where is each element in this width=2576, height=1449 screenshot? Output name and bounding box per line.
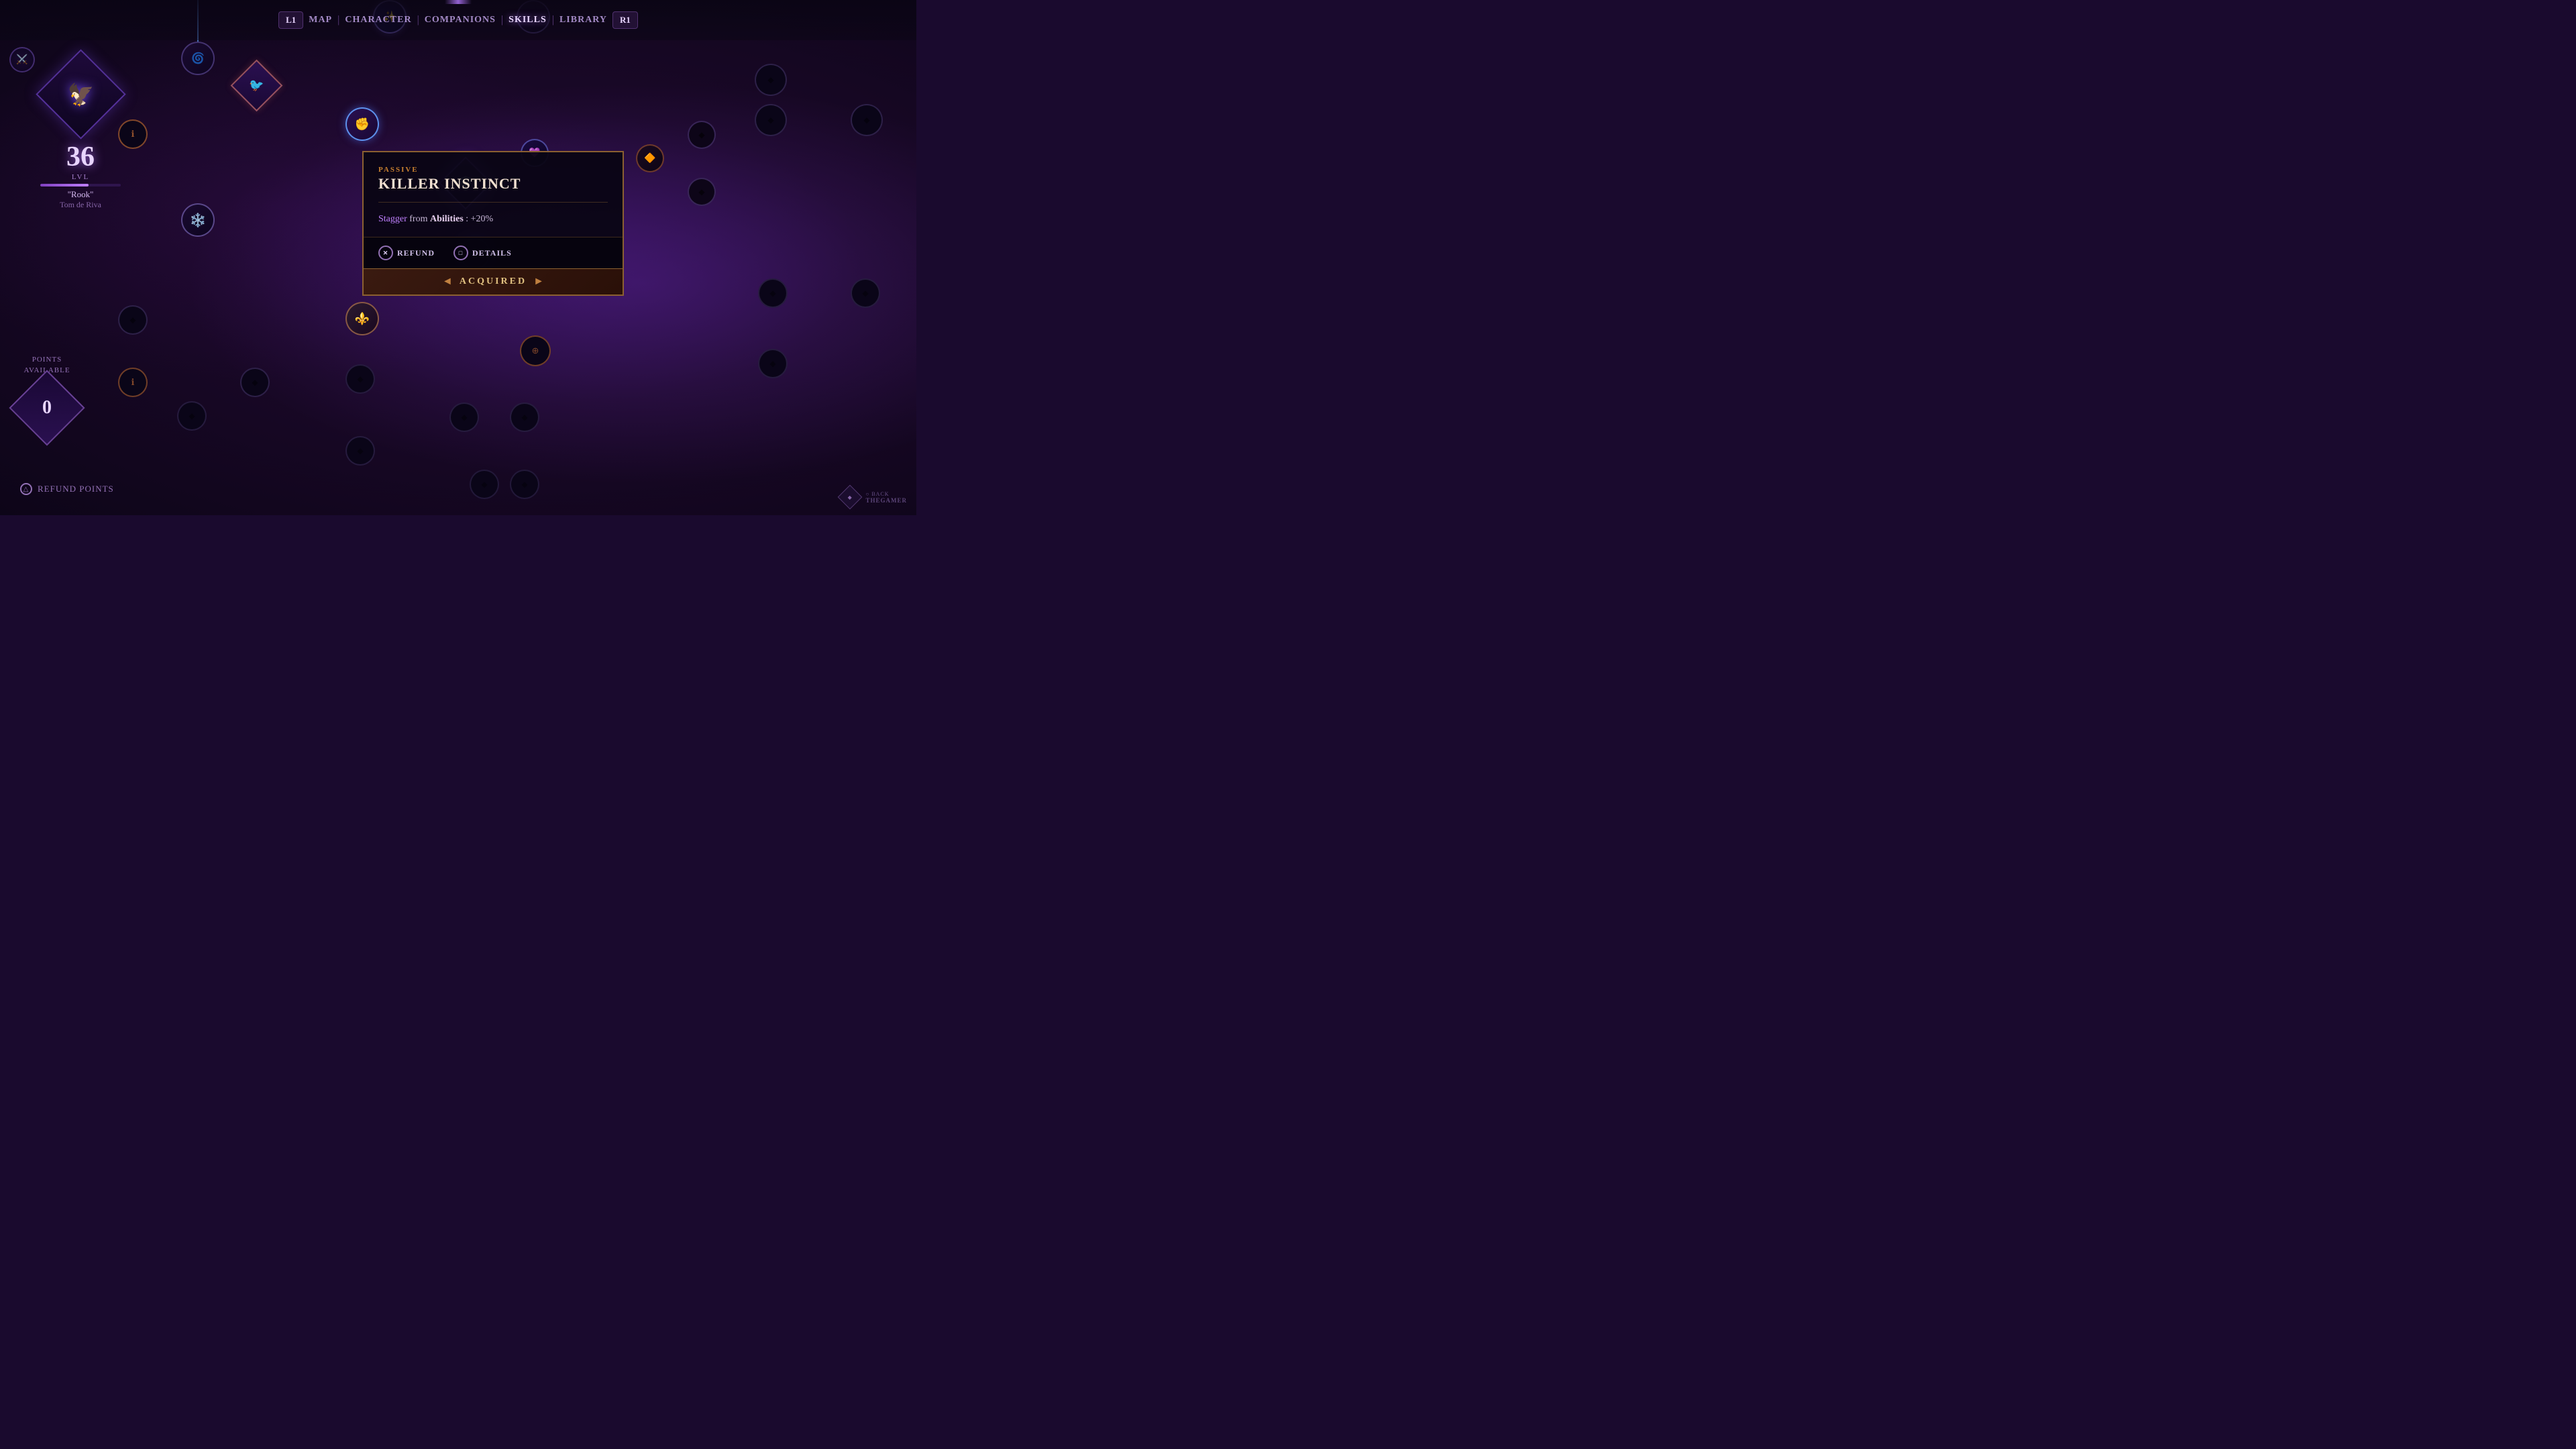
acquired-text: ACQUIRED	[460, 276, 527, 287]
popup-type: PASSIVE	[378, 166, 608, 174]
top-node-left[interactable]: 🌀	[181, 42, 215, 75]
skill-node-fist[interactable]: ✊	[345, 107, 379, 141]
back-section: ◆ ○ BACK THEGAMER	[841, 488, 907, 506]
points-diamond: 0	[9, 370, 85, 445]
xp-bar	[40, 184, 121, 186]
nav-library[interactable]: LIBRARY	[559, 15, 607, 25]
skill-node-snowflake[interactable]: ❄️	[181, 203, 215, 237]
skill-node-dim-4[interactable]: ◆	[240, 368, 270, 397]
refund-points-button[interactable]: △ REFUND POINTS	[20, 483, 114, 495]
skill-node-dim-13[interactable]: ◆	[758, 349, 788, 378]
skill-node-copper-2[interactable]: ℹ	[118, 368, 148, 397]
xp-fill	[40, 184, 89, 186]
watermark-diamond: ◆	[838, 485, 863, 510]
character-info: 🦅 36 LVL "Rook" Tom de Riva	[40, 54, 121, 210]
popup-acquired: ◄ ACQUIRED ►	[364, 268, 623, 294]
skill-node-dim-10[interactable]: ◆	[510, 402, 539, 432]
skill-node-copper-1[interactable]: ℹ	[118, 119, 148, 149]
points-section: POINTSAVAILABLE 0	[20, 355, 74, 435]
refund-button[interactable]: ✕ REFUND	[378, 246, 435, 260]
skill-popup: PASSIVE KILLER INSTINCT Stagger from Abi…	[362, 151, 624, 296]
details-label: DETAILS	[472, 248, 512, 258]
arrow-left: ◄	[442, 276, 453, 288]
refund-label: REFUND	[397, 248, 435, 258]
skill-node-orange-1[interactable]: 🔶	[636, 144, 664, 172]
desc-from: from	[409, 214, 430, 224]
points-value: 0	[42, 397, 52, 419]
popup-title: KILLER INSTINCT	[378, 175, 608, 193]
character-name: "Rook"	[68, 189, 94, 200]
corner-badge-left: ⚔️	[9, 47, 35, 72]
popup-actions: ✕ REFUND □ DETAILS	[364, 237, 623, 268]
nav-character[interactable]: CHARACTER	[345, 15, 411, 25]
skill-node-dim-11[interactable]: ◆	[758, 278, 788, 308]
navigation-bar: L1 MAP | CHARACTER | COMPANIONS | SKILLS…	[0, 0, 916, 40]
nav-skills[interactable]: SKILLS	[508, 15, 547, 25]
nav-sep-1: |	[337, 14, 339, 26]
nav-sep-2: |	[417, 14, 419, 26]
details-button[interactable]: □ DETAILS	[453, 246, 512, 260]
popup-divider	[378, 202, 608, 203]
square-icon: □	[453, 246, 468, 260]
nav-active-indicator	[445, 0, 472, 4]
skill-node-dim-3[interactable]: ◆	[118, 305, 148, 335]
nav-map[interactable]: MAP	[309, 15, 332, 25]
triangle-icon: △	[20, 483, 32, 495]
l1-button[interactable]: L1	[278, 11, 303, 29]
skill-node-dim-14[interactable]: ◆	[470, 470, 499, 499]
back-btn-label: ○ BACK	[865, 491, 889, 497]
edge-node-1[interactable]: ◆	[755, 64, 787, 96]
character-level: 36	[66, 141, 95, 173]
popup-content: PASSIVE KILLER INSTINCT Stagger from Abi…	[364, 152, 623, 237]
skill-node-dim-2[interactable]: ◆	[688, 178, 716, 206]
watermark-site: THEGAMER	[865, 497, 907, 504]
watermark-text-block: ○ BACK THEGAMER	[865, 491, 907, 504]
x-icon: ✕	[378, 246, 393, 260]
nav-sep-4: |	[552, 14, 554, 26]
character-subname: Tom de Riva	[60, 200, 101, 210]
desc-stagger: Stagger	[378, 214, 407, 224]
edge-node-3[interactable]: ◆	[851, 104, 883, 136]
popup-description: Stagger from Abilities : +20%	[378, 212, 608, 227]
desc-abilities: Abilities	[430, 214, 464, 224]
skill-node-dim-6[interactable]: ◆	[449, 402, 479, 432]
skill-node-copper-3[interactable]: ⊕	[520, 335, 551, 366]
skill-node-dim-8[interactable]: ◆	[345, 364, 375, 394]
r1-button[interactable]: R1	[612, 11, 638, 29]
skill-node-diamond-lower[interactable]: ⚜️	[345, 302, 379, 335]
refund-points-label: REFUND POINTS	[38, 484, 114, 494]
skill-node-dim-12[interactable]: ◆	[851, 278, 880, 308]
skill-node-dim-15[interactable]: ◆	[510, 470, 539, 499]
desc-percent: : +20%	[466, 214, 493, 224]
skill-node-dim-5[interactable]: ◆	[177, 401, 207, 431]
skill-node-dim-1[interactable]: ◆	[688, 121, 716, 149]
nav-sep-3: |	[501, 14, 503, 26]
lvl-label: LVL	[72, 173, 89, 181]
arrow-right: ►	[533, 276, 544, 288]
nav-companions[interactable]: COMPANIONS	[425, 15, 496, 25]
skill-node-dim-9[interactable]: ◆	[345, 436, 375, 466]
edge-node-2[interactable]: ◆	[755, 104, 787, 136]
